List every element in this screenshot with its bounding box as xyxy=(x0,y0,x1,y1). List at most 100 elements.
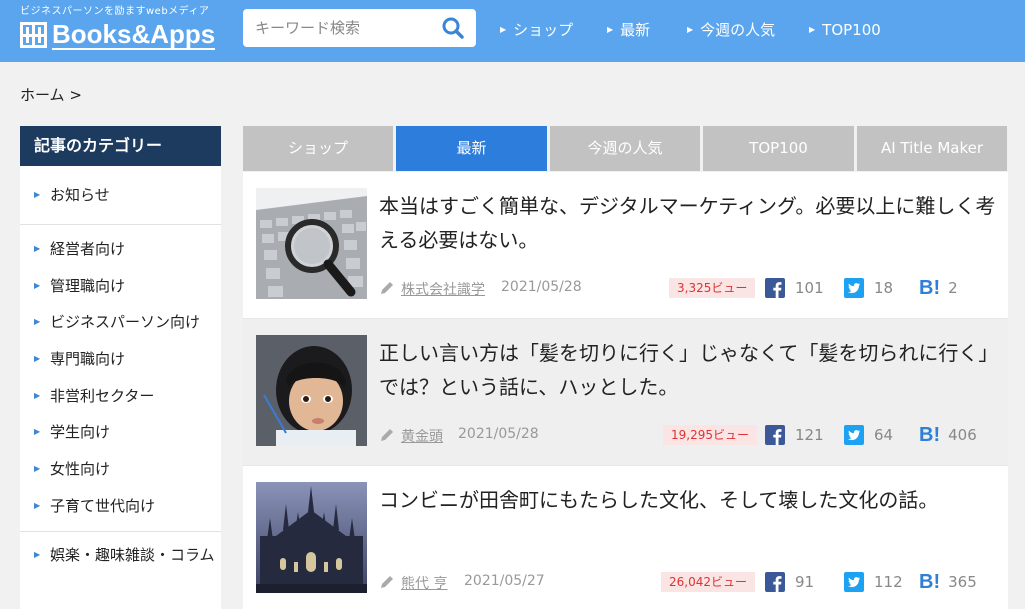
hatena-bookmark-icon: B! xyxy=(919,570,941,593)
site-header: ビジネスパーソンを励ますwebメディア Books&Apps ▶ ショップ ▶ 最新… xyxy=(0,0,1025,62)
search-input[interactable] xyxy=(255,17,435,39)
article-list: 本当はすごく簡単な、デジタルマーケティング。必要以上に難しく考える必要はない。 … xyxy=(243,172,1008,609)
article-date: 2021/05/28 xyxy=(501,279,582,295)
article-thumbnail[interactable] xyxy=(256,482,367,593)
facebook-count: 121 xyxy=(795,426,824,444)
twitter-icon xyxy=(844,425,864,445)
top-nav-weekly-popular[interactable]: ▶ 今週の人気 xyxy=(687,19,809,40)
sidebar-item-managers[interactable]: ▶ 管理職向け xyxy=(20,268,221,305)
article-date: 2021/05/28 xyxy=(458,426,539,442)
view-count-badge: 26,042ビュー xyxy=(661,572,755,592)
view-count-badge: 19,295ビュー xyxy=(663,425,757,445)
sidebar-item-label: 学生向け xyxy=(50,423,111,442)
hatena-bookmark[interactable]: B! 365 xyxy=(919,570,977,594)
sidebar-item-label: お知らせ xyxy=(50,186,110,204)
sidebar-item-nonprofit[interactable]: ▶ 非営利セクター xyxy=(20,378,221,415)
sidebar-title: 記事のカテゴリー xyxy=(20,126,221,166)
sidebar-item-label: 子育て世代向け xyxy=(50,496,156,515)
twitter-share[interactable]: 64 xyxy=(844,423,893,447)
facebook-icon xyxy=(765,425,785,445)
triangle-right-icon: ▶ xyxy=(809,25,816,34)
article-author[interactable]: 黄金頭 xyxy=(401,426,443,446)
article-thumbnail[interactable] xyxy=(256,335,367,446)
sidebar-item-news[interactable]: ▶ お知らせ xyxy=(20,166,221,224)
triangle-right-icon: ▶ xyxy=(34,500,41,510)
article-meta: 株式会社識学 2021/05/28 3,325ビュー 101 18 B! 2 xyxy=(379,276,999,300)
tab-ai-title-maker[interactable]: AI Title Maker xyxy=(857,126,1007,171)
sidebar-item-label: 非営利セクター xyxy=(50,386,155,405)
logo-tagline: ビジネスパーソンを励ますwebメディア xyxy=(20,6,210,17)
article-item[interactable]: 本当はすごく簡単な、デジタルマーケティング。必要以上に難しく考える必要はない。 … xyxy=(243,172,1008,319)
top-nav-label: ショップ xyxy=(513,21,574,39)
article-tabs: ショップ 最新 今週の人気 TOP100 AI Title Maker xyxy=(243,126,1007,171)
twitter-share[interactable]: 112 xyxy=(844,570,903,594)
logo-text: Books&Apps xyxy=(52,19,216,50)
facebook-count: 101 xyxy=(795,279,824,297)
sidebar-item-students[interactable]: ▶ 学生向け xyxy=(20,414,221,451)
twitter-share[interactable]: 18 xyxy=(844,276,893,300)
article-item[interactable]: コンビニが田舎町にもたらした文化、そして壊した文化の話。 熊代 亨 2021/0… xyxy=(243,466,1008,609)
article-meta: 熊代 亨 2021/05/27 26,042ビュー 91 112 B! 365 xyxy=(379,570,999,594)
hatena-count: 2 xyxy=(948,279,958,297)
site-logo[interactable]: ビジネスパーソンを励ますwebメディア Books&Apps xyxy=(20,5,216,50)
sidebar-item-women[interactable]: ▶ 女性向け xyxy=(20,451,221,488)
top-nav-latest[interactable]: ▶ 最新 xyxy=(607,19,687,40)
article-author[interactable]: 株式会社識学 xyxy=(401,279,485,299)
triangle-right-icon: ▶ xyxy=(34,549,41,559)
sidebar-item-label: 娯楽・趣味雑談・コラム xyxy=(50,545,215,564)
hatena-bookmark-icon: B! xyxy=(919,423,941,446)
hatena-bookmark-icon: B! xyxy=(919,276,941,299)
sidebar-divider xyxy=(20,224,221,225)
facebook-count: 91 xyxy=(795,573,815,591)
twitter-icon xyxy=(844,278,864,298)
tab-weekly-popular[interactable]: 今週の人気 xyxy=(550,126,700,171)
facebook-icon xyxy=(765,572,785,592)
tab-shop[interactable]: ショップ xyxy=(243,126,393,171)
breadcrumb[interactable]: ホーム > xyxy=(20,84,82,105)
sidebar-item-entertainment[interactable]: ▶ 娯楽・趣味雑談・コラム xyxy=(20,532,221,584)
sidebar-item-executives[interactable]: ▶ 経営者向け xyxy=(20,231,221,268)
twitter-count: 112 xyxy=(874,573,903,591)
triangle-right-icon: ▶ xyxy=(34,317,41,327)
article-thumbnail[interactable] xyxy=(256,188,367,299)
top-nav-label: TOP100 xyxy=(822,20,881,39)
category-sidebar: 記事のカテゴリー ▶ お知らせ ▶ 経営者向け ▶ 管理職向け ▶ ビジネスパーソン向け… xyxy=(20,126,221,609)
triangle-right-icon: ▶ xyxy=(607,25,614,34)
triangle-right-icon: ▶ xyxy=(34,280,41,290)
facebook-share[interactable]: 91 xyxy=(765,570,814,594)
pencil-icon xyxy=(381,576,393,588)
triangle-right-icon: ▶ xyxy=(34,244,41,253)
article-title[interactable]: 本当はすごく簡単な、デジタルマーケティング。必要以上に難しく考える必要はない。 xyxy=(379,189,999,257)
hatena-bookmark[interactable]: B! 406 xyxy=(919,423,977,447)
triangle-right-icon: ▶ xyxy=(687,25,694,34)
sidebar-item-professionals[interactable]: ▶ 専門職向け xyxy=(20,341,221,378)
sidebar-item-parenting[interactable]: ▶ 子育て世代向け xyxy=(20,488,221,525)
article-item[interactable]: 正しい言い方は「髪を切りに行く」じゃなくて「髪を切られに行く」では？という話に、… xyxy=(243,319,1008,466)
sidebar-item-businesspeople[interactable]: ▶ ビジネスパーソン向け xyxy=(20,304,221,341)
sidebar-item-label: ビジネスパーソン向け xyxy=(50,313,201,332)
triangle-right-icon: ▶ xyxy=(34,427,41,437)
top-nav-top100[interactable]: ▶ TOP100 xyxy=(809,19,881,40)
twitter-count: 64 xyxy=(874,426,894,444)
sidebar-item-label: 女性向け xyxy=(50,460,111,479)
twitter-count: 18 xyxy=(874,279,894,297)
article-meta: 黄金頭 2021/05/28 19,295ビュー 121 64 B! 406 xyxy=(379,423,999,447)
view-count-badge: 3,325ビュー xyxy=(669,278,756,298)
tab-latest[interactable]: 最新 xyxy=(396,126,547,171)
triangle-right-icon: ▶ xyxy=(34,190,41,199)
article-author[interactable]: 熊代 亨 xyxy=(401,573,447,593)
hatena-bookmark[interactable]: B! 2 xyxy=(919,276,958,300)
article-title[interactable]: 正しい言い方は「髪を切りに行く」じゃなくて「髪を切られに行く」では？という話に、… xyxy=(379,336,999,404)
triangle-right-icon: ▶ xyxy=(500,25,507,34)
top-nav-label: 最新 xyxy=(620,21,651,39)
top-nav: ▶ ショップ ▶ 最新 ▶ 今週の人気 ▶ TOP100 xyxy=(500,19,881,40)
search-icon[interactable] xyxy=(442,17,464,39)
top-nav-shop[interactable]: ▶ ショップ xyxy=(500,19,607,40)
facebook-share[interactable]: 121 xyxy=(765,423,824,447)
article-title[interactable]: コンビニが田舎町にもたらした文化、そして壊した文化の話。 xyxy=(379,483,999,517)
logo-mark-icon xyxy=(20,22,47,48)
facebook-share[interactable]: 101 xyxy=(765,276,824,300)
tab-top100[interactable]: TOP100 xyxy=(703,126,854,171)
top-nav-label: 今週の人気 xyxy=(700,21,776,39)
triangle-right-icon: ▶ xyxy=(34,464,41,474)
